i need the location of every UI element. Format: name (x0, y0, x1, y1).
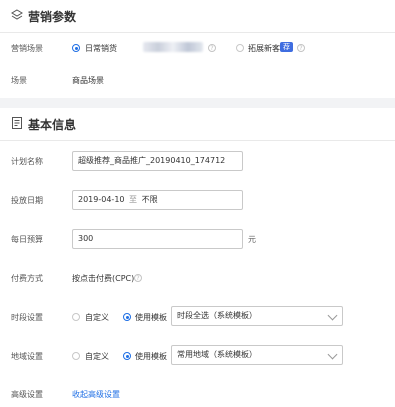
recommend-badge: 荐 (280, 42, 293, 52)
region-select-value: 常用地域（系统模板） (177, 350, 257, 359)
chevron-down-icon (327, 349, 338, 360)
date-end: 不限 (141, 195, 158, 204)
basic-section-header: 基本信息 (0, 108, 395, 141)
plan-name-label: 计划名称 (11, 157, 43, 166)
collapse-advanced-link[interactable]: 收起高级设置 (72, 389, 120, 400)
time-template-select[interactable]: 时段全选（系统模板） (171, 306, 343, 326)
time-custom-label: 自定义 (85, 313, 109, 322)
option-daily-label: 日常销货 (85, 44, 117, 53)
basic-section-title: 基本信息 (28, 118, 77, 132)
option-new-label: 拓展新客 (248, 44, 280, 53)
scene-field-label: 场景 (11, 76, 27, 85)
time-select-value: 时段全选（系统模板） (177, 311, 257, 320)
radio-time-template[interactable] (123, 313, 131, 321)
plan-name-input[interactable]: 超级推荐_商品推广_20190410_174712 (72, 151, 243, 171)
date-label: 投放日期 (11, 196, 43, 205)
scene-label: 营销场景 (11, 44, 43, 53)
help-icon[interactable]: ? (297, 44, 305, 52)
region-label: 地域设置 (11, 352, 43, 361)
budget-unit: 元 (248, 235, 256, 244)
section-divider (0, 98, 395, 108)
budget-input[interactable]: 300 (72, 229, 243, 249)
advanced-label: 高级设置 (11, 390, 43, 399)
region-template-select[interactable]: 常用地域（系统模板） (171, 345, 343, 365)
watermark: 头条 @每日电商分享 (290, 389, 374, 399)
payment-label: 付费方式 (11, 274, 43, 283)
document-icon (12, 117, 22, 129)
region-custom-label: 自定义 (85, 352, 109, 361)
scene-field-value: 商品场景 (72, 76, 104, 85)
help-icon[interactable]: ? (208, 44, 216, 52)
radio-daily[interactable] (72, 44, 80, 52)
region-template-label: 使用模板 (135, 352, 167, 361)
radio-region-custom[interactable] (72, 352, 80, 360)
help-icon[interactable]: ? (134, 274, 142, 282)
radio-time-custom[interactable] (72, 313, 80, 321)
marketing-section-header: 营销参数 (0, 0, 395, 33)
date-start: 2019-04-10 (78, 195, 125, 204)
blurred-region (143, 42, 203, 52)
layers-icon (11, 9, 23, 20)
radio-region-template[interactable] (123, 352, 131, 360)
chevron-down-icon (327, 310, 338, 321)
date-separator: 至 (129, 195, 138, 204)
marketing-section-title: 营销参数 (28, 10, 77, 24)
time-label: 时段设置 (11, 313, 43, 322)
payment-value: 按点击付费(CPC) (72, 274, 135, 283)
time-template-label: 使用模板 (135, 313, 167, 322)
budget-label: 每日预算 (11, 235, 43, 244)
date-range-input[interactable]: 2019-04-10 至 不限 (72, 190, 243, 210)
radio-new-customer[interactable] (236, 44, 244, 52)
